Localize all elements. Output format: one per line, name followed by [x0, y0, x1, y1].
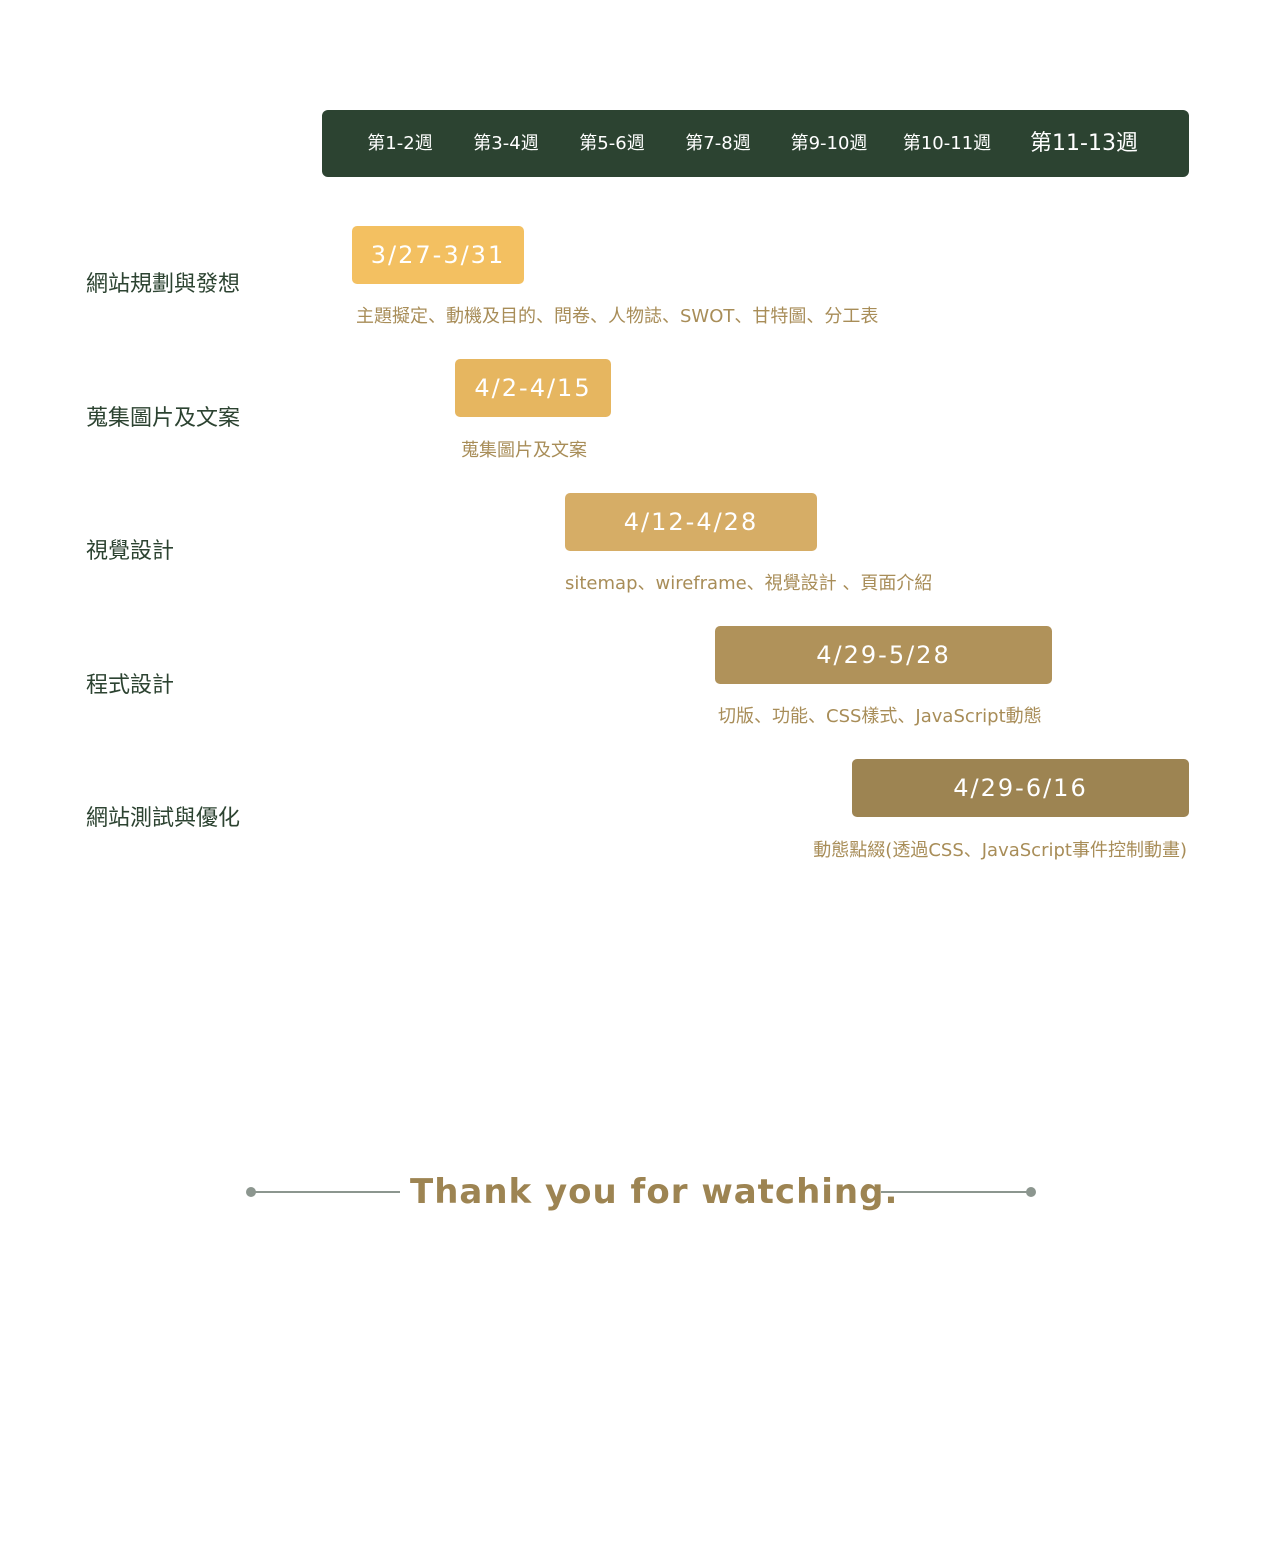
week-label-6: 第10-11週 — [902, 133, 992, 154]
thanks-message: Thank you for watching. — [410, 1172, 899, 1212]
task-detail-visual: sitemap、wireframe、視覺設計 、頁面介紹 — [565, 573, 933, 594]
task-label-testing: 網站測試與優化 — [86, 806, 241, 831]
gantt-bar-planning: 3/27-3/31 — [352, 226, 524, 284]
task-detail-planning: 主題擬定、動機及目的、問卷、人物誌、SWOT、甘特圖、分工表 — [356, 306, 879, 327]
week-label-7: 第11-13週 — [1030, 131, 1138, 156]
week-label-2: 第3-4週 — [473, 133, 539, 154]
task-label-planning: 網站規劃與發想 — [86, 272, 241, 297]
task-detail-programming: 切版、功能、CSS樣式、JavaScript動態 — [718, 706, 1042, 727]
gantt-bar-collect: 4/2-4/15 — [455, 359, 611, 417]
gantt-bar-visual: 4/12-4/28 — [565, 493, 817, 551]
task-detail-collect: 蒐集圖片及文案 — [461, 440, 587, 461]
thanks-section: Thank you for watching. — [0, 1164, 1280, 1220]
task-label-programming: 程式設計 — [86, 673, 175, 698]
week-label-5: 第9-10週 — [790, 133, 868, 154]
task-label-collect: 蒐集圖片及文案 — [86, 406, 241, 431]
right-dot-ornament — [1026, 1187, 1036, 1197]
gantt-bar-programming: 4/29-5/28 — [715, 626, 1052, 684]
week-label-4: 第7-8週 — [685, 133, 751, 154]
task-label-visual: 視覺設計 — [86, 539, 175, 564]
right-divider-line — [881, 1191, 1031, 1193]
gantt-bar-testing: 4/29-6/16 — [852, 759, 1189, 817]
week-label-1: 第1-2週 — [367, 133, 433, 154]
week-header: 第1-2週 第3-4週 第5-6週 第7-8週 第9-10週 第10-11週 第… — [322, 110, 1189, 177]
left-divider-line — [250, 1191, 400, 1193]
week-label-3: 第5-6週 — [579, 133, 645, 154]
task-detail-testing: 動態點綴(透過CSS、JavaScript事件控制動畫) — [813, 840, 1187, 861]
